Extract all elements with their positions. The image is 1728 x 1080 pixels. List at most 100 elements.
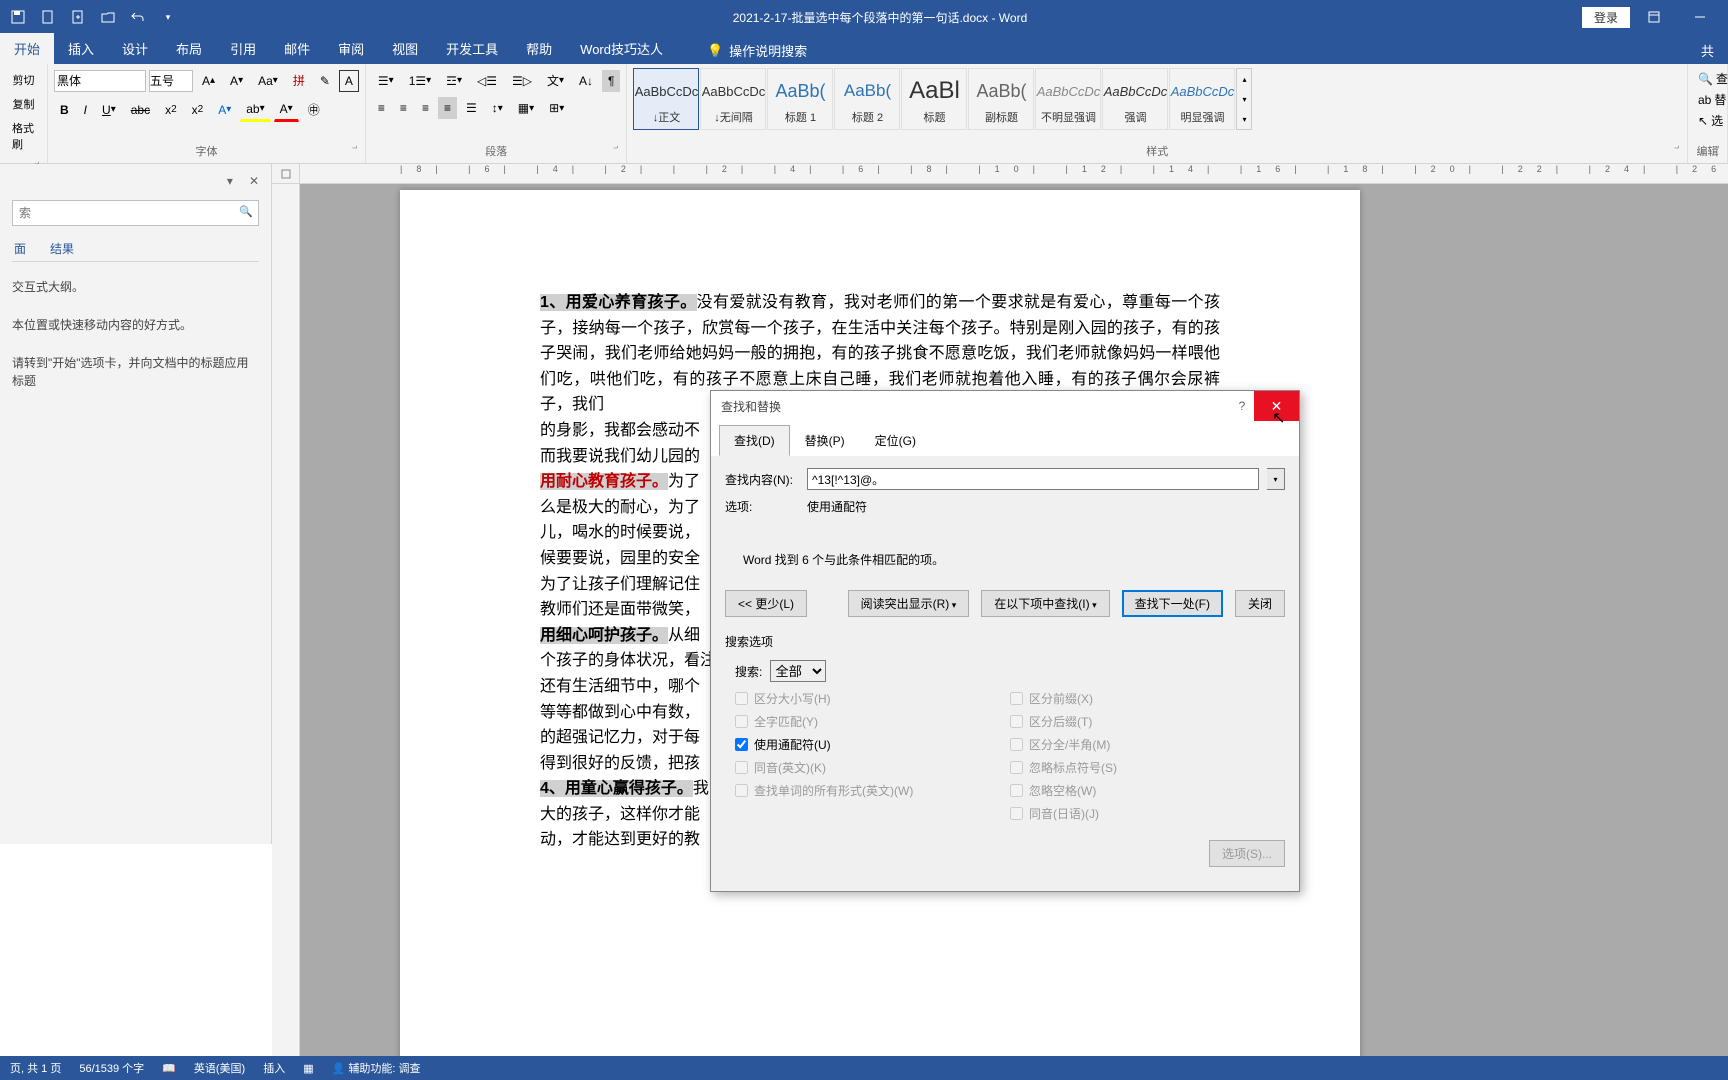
ribbon-options-icon[interactable] [1632, 2, 1676, 32]
shading-button[interactable]: ▦▾ [512, 97, 540, 119]
save-icon[interactable] [8, 7, 28, 27]
phonetic-guide-button[interactable]: 拼 [287, 68, 311, 93]
wildcards-checkbox[interactable]: 使用通配符(U) [735, 736, 1010, 753]
language-indicator[interactable]: 英语(美国) [194, 1060, 245, 1076]
distribute-button[interactable]: ☰ [460, 97, 483, 119]
dialog-help-icon[interactable]: ? [1230, 399, 1254, 413]
tell-me-search[interactable]: 💡 操作说明搜索 [697, 37, 817, 64]
italic-button[interactable]: I [78, 99, 93, 121]
strike-button[interactable]: abc [125, 99, 156, 121]
tab-goto[interactable]: 定位(G) [860, 425, 931, 456]
sort-button[interactable]: A↓ [573, 70, 599, 92]
align-left-button[interactable]: ≡ [372, 97, 391, 119]
align-center-button[interactable]: ≡ [394, 97, 413, 119]
style-emphasis[interactable]: AaBbCcDc强调 [1102, 68, 1168, 130]
vertical-ruler[interactable] [272, 184, 300, 1056]
qat-dropdown-icon[interactable]: ▾ [158, 7, 178, 27]
style-intense-emphasis[interactable]: AaBbCcDc明显强调 [1169, 68, 1235, 130]
nav-close-icon[interactable]: ✕ [249, 174, 259, 188]
style-nospace[interactable]: AaBbCcDc↓无间隔 [700, 68, 766, 130]
select-button[interactable]: ↖选 [1694, 110, 1721, 131]
nav-tab-results[interactable]: 结果 [48, 236, 76, 261]
style-subtle-emphasis[interactable]: AaBbCcDc不明显强调 [1035, 68, 1101, 130]
open-icon[interactable] [98, 7, 118, 27]
text-effects-button[interactable]: A▾ [212, 99, 237, 121]
new-icon[interactable] [38, 7, 58, 27]
grow-font-button[interactable]: A▴ [196, 70, 221, 92]
tab-design[interactable]: 设计 [108, 33, 162, 64]
multilevel-button[interactable]: ☲▾ [440, 70, 468, 92]
tab-help[interactable]: 帮助 [512, 33, 566, 64]
highlight-button[interactable]: ab▾ [240, 98, 270, 122]
dialog-close-button[interactable]: ✕ [1254, 391, 1299, 421]
insert-mode[interactable]: 插入 [263, 1060, 285, 1076]
new-blank-icon[interactable] [68, 7, 88, 27]
find-button[interactable]: 🔍查 [1694, 68, 1721, 89]
nav-tab-pages[interactable]: 面 [12, 236, 28, 261]
find-next-button[interactable]: 查找下一处(F) [1122, 590, 1223, 617]
format-painter-button[interactable]: 格式刷 [6, 116, 41, 156]
undo-icon[interactable] [128, 7, 148, 27]
close-button[interactable]: 关闭 [1235, 590, 1285, 617]
tab-home[interactable]: 开始 [0, 33, 54, 64]
spell-check-icon[interactable]: 📖 [162, 1062, 176, 1075]
search-direction-select[interactable]: 全部 [770, 660, 826, 682]
tab-view[interactable]: 视图 [378, 33, 432, 64]
font-color-button[interactable]: A▾ [274, 98, 299, 122]
enclose-button[interactable]: ㊥ [302, 97, 326, 122]
align-right-button[interactable]: ≡ [416, 97, 435, 119]
indent-increase-button[interactable]: ☰▷ [506, 70, 538, 92]
justify-button[interactable]: ≡ [438, 97, 457, 119]
tab-find[interactable]: 查找(D) [719, 425, 790, 456]
cut-button[interactable]: 剪切 [6, 68, 41, 92]
dialog-titlebar[interactable]: 查找和替换 ? ✕ [711, 391, 1299, 421]
find-in-button[interactable]: 在以下项中查找(I) [981, 590, 1109, 617]
share-button[interactable]: 共 [1687, 37, 1728, 64]
ruler-corner[interactable] [272, 164, 300, 184]
gallery-more-icon[interactable]: ▾ [1237, 109, 1251, 129]
gallery-up-icon[interactable]: ▴ [1237, 69, 1251, 89]
tab-developer[interactable]: 开发工具 [432, 33, 512, 64]
horizontal-ruler[interactable]: |8| |6| |4| |2| | |2| |4| |6| |8| |10| |… [300, 164, 1728, 184]
borders-button[interactable]: ⊞▾ [543, 97, 570, 119]
tab-references[interactable]: 引用 [216, 33, 270, 64]
style-title[interactable]: AaBl标题 [901, 68, 967, 130]
highlight-button[interactable]: 阅读突出显示(R) [848, 590, 970, 617]
style-h2[interactable]: AaBb(标题 2 [834, 68, 900, 130]
subscript-button[interactable]: x2 [159, 99, 183, 121]
style-h1[interactable]: AaBb(标题 1 [767, 68, 833, 130]
replace-button[interactable]: ab替 [1694, 89, 1721, 110]
font-name-select[interactable] [54, 70, 146, 92]
gallery-down-icon[interactable]: ▾ [1237, 89, 1251, 109]
tab-insert[interactable]: 插入 [54, 33, 108, 64]
char-border-button[interactable]: A [339, 70, 359, 92]
shrink-font-button[interactable]: A▾ [224, 70, 249, 92]
accessibility-checker[interactable]: 👤 辅助功能: 调查 [332, 1060, 421, 1076]
copy-button[interactable]: 复制 [6, 92, 41, 116]
clear-format-button[interactable]: ✎ [314, 70, 336, 92]
tab-layout[interactable]: 布局 [162, 33, 216, 64]
asian-layout-button[interactable]: 文▾ [541, 68, 570, 93]
tab-replace[interactable]: 替换(P) [790, 425, 860, 456]
tab-review[interactable]: 审阅 [324, 33, 378, 64]
show-marks-button[interactable]: ¶ [602, 70, 620, 92]
superscript-button[interactable]: x2 [186, 99, 210, 121]
page-count[interactable]: 页, 共 1 页 [10, 1060, 61, 1076]
minimize-icon[interactable] [1678, 2, 1722, 32]
nav-search-input[interactable] [12, 200, 259, 226]
less-button[interactable]: << 更少(L) [725, 590, 807, 617]
numbering-button[interactable]: 1☰▾ [403, 70, 437, 92]
tab-mailings[interactable]: 邮件 [270, 33, 324, 64]
macro-icon[interactable]: ▦ [303, 1062, 313, 1075]
word-count[interactable]: 56/1539 个字 [79, 1060, 144, 1076]
change-case-button[interactable]: Aa▾ [252, 70, 284, 92]
style-subtitle[interactable]: AaBb(副标题 [968, 68, 1034, 130]
line-spacing-button[interactable]: ↕▾ [486, 97, 509, 119]
indent-decrease-button[interactable]: ◁☰ [471, 70, 503, 92]
style-normal[interactable]: AaBbCcDc↓正文 [633, 68, 699, 130]
underline-button[interactable]: U ▾ [96, 99, 122, 121]
nav-dropdown-icon[interactable]: ▾ [227, 174, 233, 188]
style-gallery[interactable]: AaBbCcDc↓正文 AaBbCcDc↓无间隔 AaBb(标题 1 AaBb(… [633, 68, 1681, 130]
bold-button[interactable]: B [54, 99, 75, 121]
login-button[interactable]: 登录 [1582, 7, 1630, 28]
